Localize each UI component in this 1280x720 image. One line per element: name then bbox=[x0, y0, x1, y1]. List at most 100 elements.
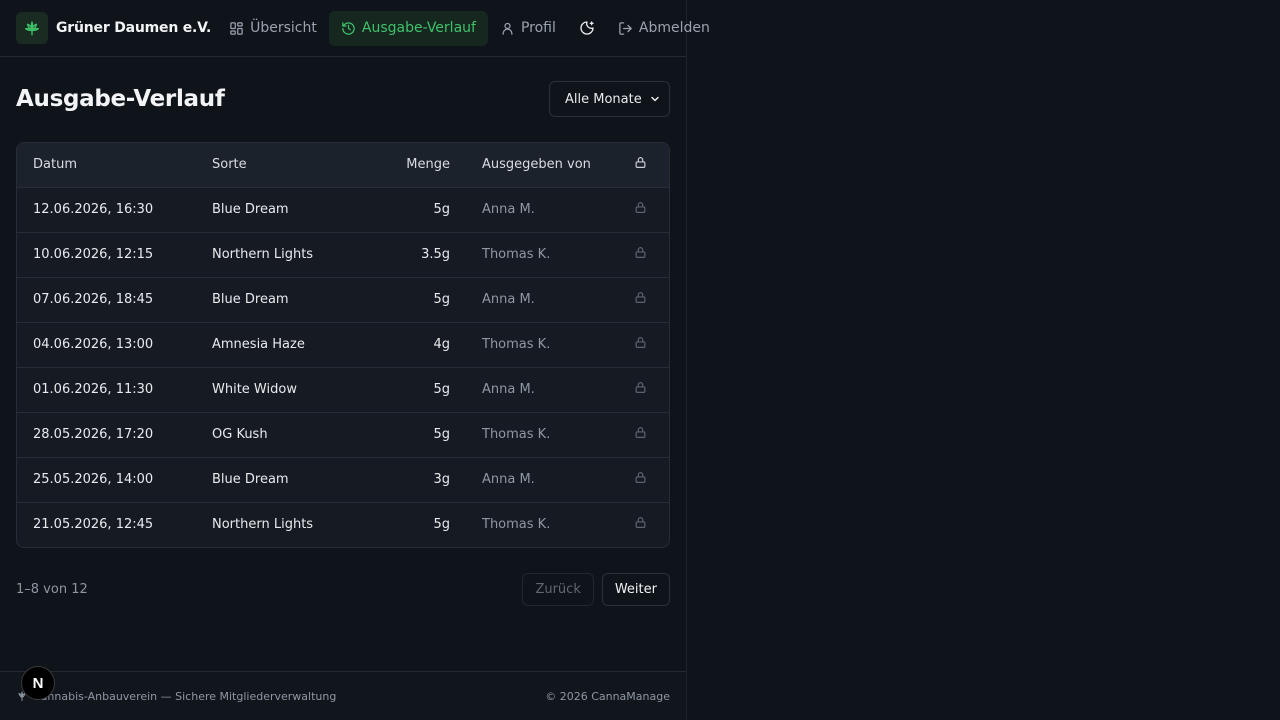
lock-icon bbox=[635, 157, 645, 169]
cell-lock bbox=[611, 412, 669, 457]
top-navigation: Grüner Daumen e.V. Übersicht Ausgabe-Ver… bbox=[0, 0, 710, 57]
table-row: 07.06.2026, 18:45 Blue Dream 5g Anna M. bbox=[17, 277, 669, 322]
cell-strain: Blue Dream bbox=[212, 472, 289, 487]
col-header-strain: Sorte bbox=[212, 157, 247, 173]
table-row: 01.06.2026, 11:30 White Widow 5g Anna M. bbox=[17, 367, 669, 412]
lock-icon bbox=[635, 382, 645, 393]
cell-lock bbox=[611, 277, 669, 322]
main-nav: Übersicht Ausgabe-Verlauf Profil Abmelde… bbox=[217, 10, 722, 46]
nav-history-label: Ausgabe-Verlauf bbox=[361, 20, 476, 36]
table-row: 12.06.2026, 16:30 Blue Dream 5g Anna M. bbox=[17, 187, 669, 232]
cell-date: 28.05.2026, 17:20 bbox=[33, 427, 154, 442]
logout-icon bbox=[619, 21, 632, 35]
cell-strain: OG Kush bbox=[212, 427, 268, 442]
lock-icon bbox=[635, 517, 645, 529]
cell-lock bbox=[611, 187, 669, 232]
nav-overview[interactable]: Übersicht bbox=[217, 11, 329, 46]
footer-tagline: Cannabis-Anbauverein — Sichere Mitgliede… bbox=[33, 689, 337, 703]
cell-qty: 5g bbox=[433, 202, 450, 217]
brand-name: Grüner Daumen e.V. bbox=[56, 20, 212, 36]
table-row: 25.05.2026, 14:00 Blue Dream 3g Anna M. bbox=[17, 457, 669, 502]
cell-qty: 4g bbox=[433, 337, 450, 352]
cell-qty: 3g bbox=[433, 472, 450, 487]
chevron-down-icon bbox=[651, 96, 659, 102]
nav-profile[interactable]: Profil bbox=[488, 11, 568, 46]
cell-date: 07.06.2026, 18:45 bbox=[33, 292, 154, 307]
cell-date: 21.05.2026, 12:45 bbox=[33, 517, 154, 533]
cell-by: Anna M. bbox=[482, 292, 535, 307]
moon-icon bbox=[580, 21, 594, 35]
col-header-lock bbox=[611, 143, 669, 187]
cell-qty: 5g bbox=[433, 292, 450, 307]
lock-icon bbox=[635, 337, 645, 348]
cannabis-leaf-logo-icon bbox=[16, 12, 48, 44]
cell-date: 10.06.2026, 12:15 bbox=[33, 247, 154, 262]
nav-logout[interactable]: Abmelden bbox=[606, 11, 722, 46]
pagination-count: 1–8 von 12 bbox=[16, 582, 88, 597]
lock-icon bbox=[635, 202, 645, 213]
pagination: 1–8 von 12 Zurück Weiter bbox=[16, 573, 670, 606]
cell-by: Thomas K. bbox=[482, 337, 551, 352]
col-header-by: Ausgegeben von bbox=[482, 157, 591, 173]
history-table: Datum Sorte Menge Ausgegeben von 12.06.2… bbox=[17, 143, 669, 547]
cell-lock bbox=[611, 232, 669, 277]
dashboard-grid-icon bbox=[230, 21, 243, 35]
lock-icon bbox=[635, 472, 645, 483]
history-icon bbox=[342, 21, 355, 35]
nav-overview-label: Übersicht bbox=[250, 20, 317, 36]
cell-lock bbox=[611, 367, 669, 412]
cell-date: 01.06.2026, 11:30 bbox=[33, 382, 154, 397]
cell-strain: Blue Dream bbox=[212, 292, 289, 307]
table-body: 12.06.2026, 16:30 Blue Dream 5g Anna M. … bbox=[17, 187, 669, 547]
table-row: 21.05.2026, 12:45 Northern Lights 5g Tho… bbox=[17, 502, 669, 547]
table-row: 28.05.2026, 17:20 OG Kush 5g Thomas K. bbox=[17, 412, 669, 457]
brand[interactable]: Grüner Daumen e.V. bbox=[16, 12, 211, 44]
theme-toggle-button[interactable] bbox=[568, 11, 606, 46]
app-shell: Grüner Daumen e.V. Übersicht Ausgabe-Ver… bbox=[0, 0, 710, 720]
cell-qty: 5g bbox=[433, 382, 450, 397]
cell-lock bbox=[611, 457, 669, 502]
footer-left: Cannabis-Anbauverein — Sichere Mitgliede… bbox=[16, 690, 336, 703]
cell-by: Thomas K. bbox=[482, 247, 551, 262]
lock-icon bbox=[635, 292, 645, 303]
cell-strain: White Widow bbox=[212, 382, 297, 397]
cell-qty: 3.5g bbox=[421, 247, 450, 262]
cell-by: Anna M. bbox=[482, 202, 535, 217]
history-table-card: Datum Sorte Menge Ausgegeben von 12.06.2… bbox=[16, 142, 670, 548]
nav-history[interactable]: Ausgabe-Verlauf bbox=[328, 10, 488, 46]
cell-strain: Northern Lights bbox=[212, 247, 314, 262]
col-header-date: Datum bbox=[33, 157, 77, 173]
table-row: 10.06.2026, 12:15 Northern Lights 3.5g T… bbox=[17, 232, 669, 277]
pagination-buttons: Zurück Weiter bbox=[522, 573, 670, 606]
table-row: 04.06.2026, 13:00 Amnesia Haze 4g Thomas… bbox=[17, 322, 669, 367]
cell-qty: 5g bbox=[433, 427, 450, 442]
footer: Cannabis-Anbauverein — Sichere Mitgliede… bbox=[0, 671, 686, 720]
cell-date: 12.06.2026, 16:30 bbox=[33, 202, 154, 217]
dev-tools-badge[interactable]: N bbox=[21, 666, 55, 700]
main-content: Ausgabe-Verlauf Alle Monate Datum Sorte … bbox=[0, 57, 686, 606]
footer-copyright: © 2026 CannaManage bbox=[545, 689, 670, 703]
nav-logout-label: Abmelden bbox=[638, 20, 710, 36]
user-icon bbox=[502, 22, 513, 35]
prev-page-button[interactable]: Zurück bbox=[522, 573, 594, 606]
cell-qty: 5g bbox=[433, 517, 450, 533]
lock-icon bbox=[635, 247, 645, 258]
cell-by: Thomas K. bbox=[482, 517, 551, 533]
col-header-qty: Menge bbox=[406, 157, 450, 173]
month-filter-value: Alle Monate bbox=[565, 91, 642, 107]
cell-lock bbox=[611, 502, 669, 547]
cell-strain: Amnesia Haze bbox=[212, 337, 305, 352]
lock-icon bbox=[635, 427, 645, 438]
table-header-row: Datum Sorte Menge Ausgegeben von bbox=[17, 143, 669, 187]
cell-strain: Blue Dream bbox=[212, 202, 289, 217]
cell-by: Thomas K. bbox=[482, 427, 551, 442]
cell-date: 25.05.2026, 14:00 bbox=[33, 472, 154, 487]
cell-lock bbox=[611, 322, 669, 367]
cell-by: Anna M. bbox=[482, 382, 535, 397]
month-filter-select[interactable]: Alle Monate bbox=[549, 81, 670, 117]
title-row: Ausgabe-Verlauf Alle Monate bbox=[16, 81, 670, 117]
page-title: Ausgabe-Verlauf bbox=[16, 86, 225, 112]
next-page-button[interactable]: Weiter bbox=[601, 573, 670, 606]
cell-date: 04.06.2026, 13:00 bbox=[33, 337, 154, 352]
cell-by: Anna M. bbox=[482, 472, 535, 487]
